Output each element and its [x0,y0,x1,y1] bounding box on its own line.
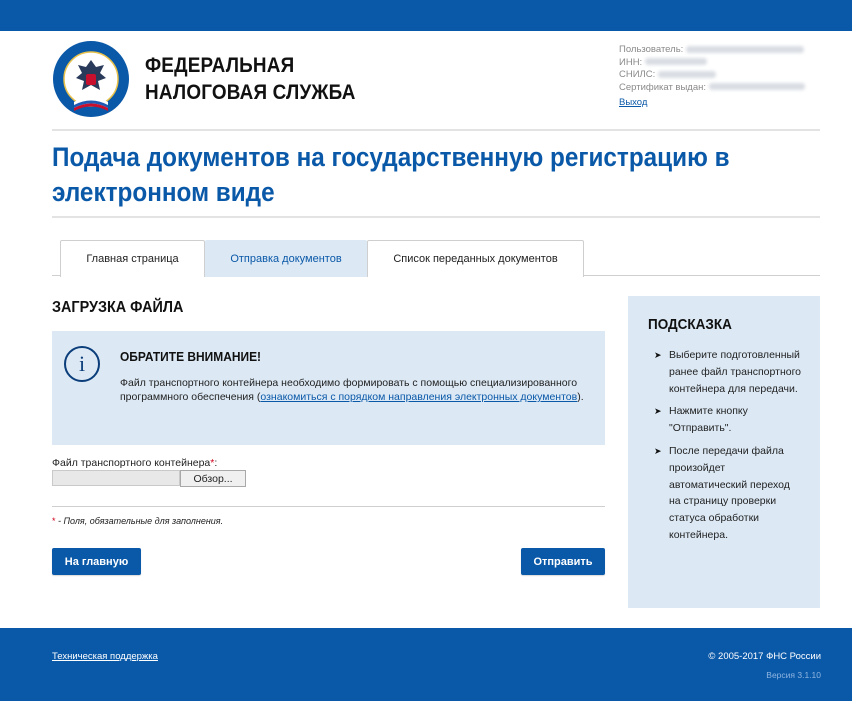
snils-label: СНИЛС: [619,69,656,80]
hint-item: ➤ После передачи файла произойдет автомат… [654,443,804,544]
home-button[interactable]: На главную [52,548,141,575]
section-title: ЗАГРУЗКА ФАЙЛА [52,299,184,316]
file-field-label: Файл транспортного контейнера*: [52,457,217,469]
user-name-redacted [686,45,805,53]
fns-logo [52,40,130,118]
procedure-link[interactable]: ознакомиться с порядком направления элек… [260,391,577,403]
header: ФЕДЕРАЛЬНАЯ НАЛОГОВАЯ СЛУЖБА Пользовател… [52,38,820,130]
support-link[interactable]: Техническая поддержка [52,651,158,662]
title-divider [52,216,820,218]
arrow-right-icon: ➤ [654,350,662,360]
notice-title: ОБРАТИТЕ ВНИМАНИЕ! [120,349,262,364]
arrow-right-icon: ➤ [654,445,662,456]
logout-link[interactable]: Выход [619,97,647,110]
notice-text-after: ). [577,391,584,403]
tab-send-documents[interactable]: Отправка документов [205,240,367,277]
cert-label: Сертификат выдан: [619,81,707,93]
browse-button[interactable]: Обзор... [180,470,246,487]
user-label: Пользователь: [619,44,684,55]
footer: Техническая поддержка © 2005-2017 ФНС Ро… [0,628,852,701]
brand-name: ФЕДЕРАЛЬНАЯ НАЛОГОВАЯ СЛУЖБА [145,52,356,106]
version: Версия 3.1.10 [766,670,821,680]
hint-item: ➤ Выберите подготовленный ранее файл тран… [654,347,804,397]
header-divider [52,129,820,131]
form-divider [52,506,605,507]
submit-button[interactable]: Отправить [521,548,605,575]
top-bar [0,0,852,31]
tab-sent-documents-list[interactable]: Список переданных документов [367,240,584,277]
tab-bar: Главная страница Отправка документов Спи… [52,238,820,277]
copyright: © 2005-2017 ФНС России [708,651,821,662]
arrow-right-icon: ➤ [654,406,662,417]
notice-panel: i ОБРАТИТЕ ВНИМАНИЕ! Файл транспортного … [52,331,605,445]
brand-line-2: НАЛОГОВАЯ СЛУЖБА [145,81,356,104]
file-field-label-colon: : [214,457,218,469]
hint-panel: ПОДСКАЗКА ➤ Выберите подготовленный ранее… [628,296,820,608]
hint-item: ➤ Нажмите кнопку "Отправить". [654,403,804,437]
hint-title: ПОДСКАЗКА [648,316,732,333]
hint-item-text: Нажмите кнопку "Отправить". [669,405,748,435]
inn-label: ИНН: [619,56,643,68]
required-note: * - Поля, обязательные для заполнения. [52,516,223,526]
file-field-label-text: Файл транспортного контейнера [52,457,211,469]
info-icon: i [64,346,100,382]
notice-text: Файл транспортного контейнера необходимо… [120,376,600,404]
tab-home[interactable]: Главная страница [60,240,205,277]
page-title: Подача документов на государственную рег… [52,142,730,207]
hint-item-text: Выберите подготовленный ранее файл транс… [669,349,802,395]
hint-list: ➤ Выберите подготовленный ранее файл тран… [654,347,804,550]
inn-redacted [645,58,708,66]
snils-redacted [658,70,717,78]
required-note-text: - Поля, обязательные для заполнения. [55,516,224,526]
brand-line-1: ФЕДЕРАЛЬНАЯ [145,54,295,77]
cert-redacted [709,83,806,91]
file-path-input[interactable] [52,470,180,486]
hint-item-text: После передачи файла произойдет автомати… [669,444,790,541]
user-info: Пользователь: ИНН: СНИЛС: Сертификат выд… [619,44,824,110]
